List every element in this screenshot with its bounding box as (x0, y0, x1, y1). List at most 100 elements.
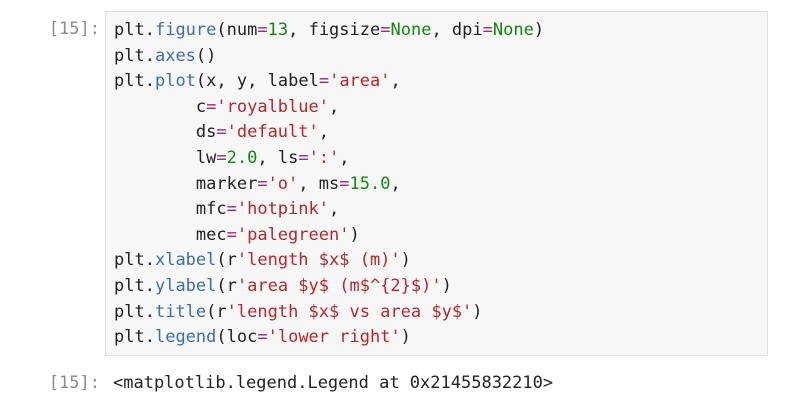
code-punctuation: ( (216, 20, 227, 40)
code-punctuation: ( (216, 327, 227, 348)
code-punctuation: , (247, 71, 268, 92)
code-keyword: None (390, 20, 432, 40)
code-punctuation: . (144, 301, 155, 322)
code-string: 'royalblue' (216, 96, 329, 117)
code-punctuation: () (195, 45, 217, 66)
code-line: plt.title(r'length $x$ vs area $y$') (114, 300, 767, 326)
code-identifier: dpi (451, 20, 483, 40)
input-prompt: [15]: (48, 19, 100, 39)
code-punctuation: , (257, 147, 278, 168)
code-identifier: c (195, 96, 207, 117)
code-punctuation: . (144, 250, 155, 271)
code-identifier: plt (114, 301, 145, 322)
code-punctuation (114, 148, 196, 168)
code-punctuation (114, 174, 196, 194)
code-operator: = (257, 173, 268, 194)
code-identifier: mec (195, 224, 227, 245)
code-identifier: lw (195, 147, 217, 168)
cell-output-text: <matplotlib.legend.Legend at 0x214558322… (113, 373, 554, 393)
code-punctuation: , (298, 173, 319, 194)
code-identifier: r (216, 301, 227, 322)
code-cell-input[interactable]: plt.figure(num=13, figsize=None, dpi=Non… (105, 11, 768, 356)
code-number: 2.0 (226, 147, 258, 168)
code-identifier: figsize (308, 20, 381, 40)
code-punctuation: ) (349, 224, 360, 245)
code-identifier: plt (114, 250, 145, 271)
code-string: 'area' (329, 71, 391, 92)
code-string: 'palegreen' (236, 224, 350, 245)
code-punctuation: ) (441, 275, 452, 296)
code-identifier: marker (195, 173, 258, 194)
code-punctuation: . (144, 275, 155, 296)
code-punctuation: , (216, 71, 237, 92)
code-punctuation: , (318, 122, 329, 143)
code-identifier: plt (114, 71, 145, 92)
code-string: ':' (308, 147, 340, 168)
code-punctuation: ( (206, 301, 217, 322)
code-operator: = (257, 20, 268, 40)
code-string: 'length $x$ (m)' (236, 250, 401, 271)
code-attribute: axes (154, 45, 196, 66)
code-line: plt.legend(loc='lower right') (114, 325, 767, 351)
code-string: 'lower right' (267, 327, 401, 348)
code-operator: = (298, 147, 309, 168)
code-keyword: None (492, 20, 534, 40)
code-punctuation: , (328, 199, 340, 220)
code-identifier: plt (114, 45, 145, 66)
code-identifier: loc (226, 327, 258, 348)
code-line: c='royalblue', (114, 95, 767, 121)
code-line: plt.xlabel(r'length $x$ (m)') (114, 248, 767, 274)
code-punctuation: ) (472, 301, 483, 322)
code-identifier: r (226, 275, 237, 296)
code-line: plt.plot(x, y, label='area', (114, 69, 767, 95)
code-string: 'hotpink' (236, 199, 329, 220)
code-identifier: num (226, 20, 258, 40)
code-identifier: plt (114, 327, 145, 348)
code-identifier: mfc (195, 199, 227, 220)
code-attribute: plot (154, 71, 196, 92)
code-identifier: label (267, 71, 319, 92)
code-punctuation: , (390, 173, 401, 194)
code-punctuation: . (144, 327, 155, 348)
code-operator: = (380, 20, 391, 40)
code-punctuation: ( (195, 71, 207, 92)
code-string: 'length $x$ vs area $y$' (226, 301, 473, 322)
code-identifier: r (226, 250, 237, 271)
code-identifier: x (206, 71, 217, 92)
code-operator: = (206, 96, 217, 117)
code-punctuation: , (431, 20, 452, 40)
code-punctuation: ( (216, 250, 227, 271)
code-line: lw=2.0, ls=':', (114, 146, 767, 172)
output-prompt: [15]: (48, 373, 100, 393)
code-punctuation (114, 199, 196, 219)
code-punctuation: . (144, 20, 155, 40)
code-operator: = (257, 327, 268, 348)
code-attribute: xlabel (154, 250, 217, 271)
code-operator: = (482, 20, 493, 40)
code-punctuation: , (328, 96, 340, 117)
code-attribute: figure (154, 20, 217, 40)
code-line: ds='default', (114, 120, 767, 146)
code-punctuation: ( (216, 275, 227, 296)
code-attribute: title (154, 301, 207, 322)
code-line: plt.figure(num=13, figsize=None, dpi=Non… (114, 18, 767, 44)
code-line: marker='o', ms=15.0, (114, 172, 767, 198)
code-punctuation: , (390, 71, 401, 92)
code-punctuation: , (288, 20, 309, 40)
code-line: mec='palegreen') (114, 223, 767, 249)
code-punctuation (114, 225, 196, 245)
code-identifier: ms (318, 173, 340, 194)
code-line: plt.ylabel(r'area $y$ (m$^{2}$)') (114, 274, 767, 300)
code-punctuation: ) (400, 327, 411, 348)
code-number: 15.0 (349, 173, 391, 194)
code-punctuation: ) (400, 250, 411, 271)
code-identifier: plt (114, 20, 145, 40)
code-punctuation: , (339, 147, 350, 168)
code-operator: = (226, 199, 237, 220)
code-line: mfc='hotpink', (114, 197, 767, 223)
code-string: 'o' (267, 173, 299, 194)
code-punctuation (114, 122, 196, 142)
code-string: 'area $y$ (m$^{2}$)' (236, 275, 442, 296)
code-number: 13 (267, 20, 289, 40)
code-punctuation: ) (533, 20, 545, 40)
